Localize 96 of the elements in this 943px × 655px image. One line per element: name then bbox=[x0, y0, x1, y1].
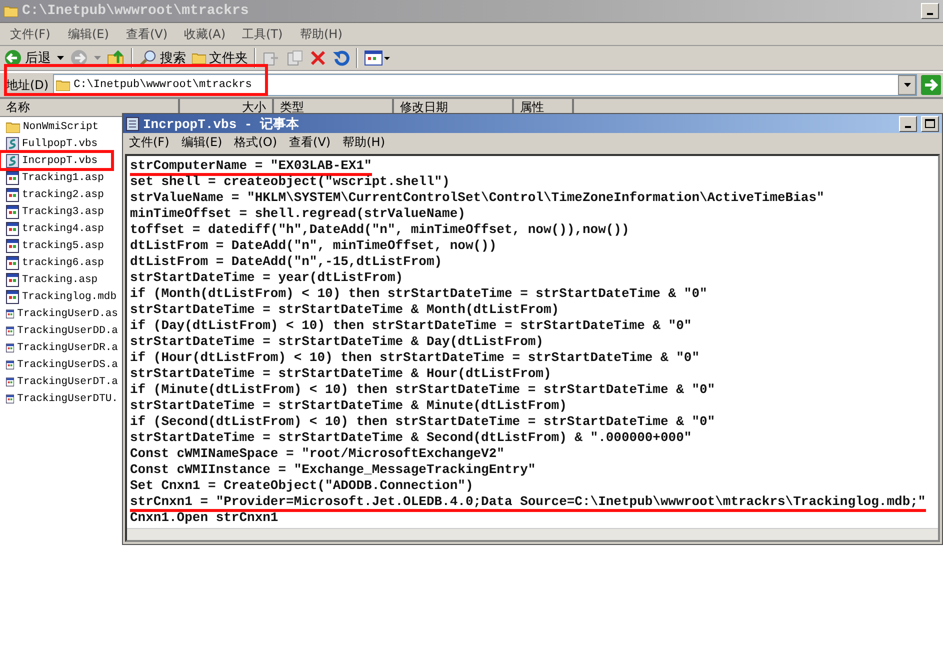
file-item[interactable]: tracking2.asp bbox=[0, 186, 118, 203]
go-button[interactable] bbox=[921, 75, 941, 95]
web-file-icon bbox=[6, 374, 14, 388]
web-file-icon bbox=[6, 358, 14, 372]
code-line: strStartDateTime = strStartDateTime & Month(dtListFrom) bbox=[130, 302, 560, 317]
menu-item[interactable]: 查看(V) bbox=[283, 134, 337, 151]
file-item[interactable]: IncrpopT.vbs bbox=[0, 152, 112, 169]
file-item[interactable]: tracking5.asp bbox=[0, 237, 118, 254]
file-item[interactable]: Tracking.asp bbox=[0, 271, 118, 288]
underlined-code-line: strCnxn1 = "Provider=Microsoft.Jet.OLEDB.4.0;Data Source=C:\Inetpub\wwwroot\mtrackrs\Trackinglog.mdb;" bbox=[130, 494, 926, 512]
code-line: dtListFrom = DateAdd("n",-15,dtListFrom) bbox=[130, 254, 442, 269]
code-line: strStartDateTime = year(dtListFrom) bbox=[130, 270, 404, 285]
file-item[interactable]: TrackingUserDS.a bbox=[0, 356, 118, 373]
window-title: C:\Inetpub\wwwroot\mtrackrs bbox=[22, 3, 250, 19]
file-item[interactable]: FullpopT.vbs bbox=[0, 135, 118, 152]
minimize-icon bbox=[905, 126, 911, 128]
menu-item[interactable]: 编辑(E) bbox=[175, 134, 228, 151]
delete-icon[interactable] bbox=[310, 50, 326, 66]
search-icon bbox=[139, 49, 157, 67]
file-item[interactable]: TrackingUserDD.a bbox=[0, 322, 118, 339]
file-item[interactable]: TrackingUserDR.a bbox=[0, 339, 118, 356]
menu-item[interactable]: 格式(O) bbox=[228, 134, 284, 151]
code-line: set shell = createobject("wscript.shell") bbox=[130, 174, 450, 189]
file-item[interactable]: Tracking1.asp bbox=[0, 169, 118, 186]
menu-item[interactable]: 工具(T) bbox=[232, 26, 290, 42]
notepad-icon bbox=[126, 116, 139, 130]
code-line: strStartDateTime = strStartDateTime & Minute(dtListFrom) bbox=[130, 398, 567, 413]
views-icon[interactable] bbox=[364, 49, 390, 67]
web-file-icon bbox=[6, 290, 19, 304]
underlined-code-line: strComputerName = "EX03LAB-EX1" bbox=[130, 158, 372, 176]
menu-item[interactable]: 文件(F) bbox=[0, 26, 58, 42]
minimize-button[interactable] bbox=[899, 116, 917, 132]
undo-icon[interactable] bbox=[332, 49, 350, 67]
folder-icon bbox=[6, 120, 20, 132]
horizontal-scrollbar[interactable] bbox=[127, 528, 938, 540]
code-line: if (Day(dtListFrom) < 10) then strStartDateTime = strStartDateTime & "0" bbox=[130, 318, 692, 333]
forward-button[interactable] bbox=[70, 49, 88, 67]
web-file-icon bbox=[6, 272, 19, 286]
code-line: toffset = datediff("h",DateAdd("n", minTimeOffset, now()),now()) bbox=[130, 222, 630, 237]
web-file-icon bbox=[6, 392, 14, 406]
caret-icon bbox=[904, 83, 910, 87]
file-item[interactable]: Trackinglog.mdb bbox=[0, 288, 118, 305]
file-item[interactable]: TrackingUserDT.a bbox=[0, 373, 118, 390]
code-line: if (Second(dtListFrom) < 10) then strStartDateTime = strStartDateTime & "0" bbox=[130, 414, 716, 429]
web-file-icon bbox=[6, 204, 19, 218]
copy-icon[interactable] bbox=[286, 49, 304, 67]
minimize-button[interactable] bbox=[921, 3, 939, 19]
menu-item[interactable]: 帮助(H) bbox=[336, 134, 391, 151]
minimize-icon bbox=[927, 13, 933, 15]
code-line: strValueName = "HKLM\SYSTEM\CurrentControlSet\Control\TimeZoneInformation\ActiveTimeBias" bbox=[130, 190, 824, 205]
code-line: if (Month(dtListFrom) < 10) then strStartDateTime = strStartDateTime & "0" bbox=[130, 286, 708, 301]
menu-item[interactable]: 收藏(A) bbox=[174, 26, 232, 42]
code-line: dtListFrom = DateAdd("n", minTimeOffset, now()) bbox=[130, 238, 497, 253]
code-line: minTimeOffset = shell.regread(strValueName) bbox=[130, 206, 466, 221]
folders-button[interactable]: 文件夹 bbox=[192, 49, 248, 67]
folder-icon bbox=[56, 79, 70, 91]
file-item[interactable]: Tracking3.asp bbox=[0, 203, 118, 220]
code-line: strStartDateTime = strStartDateTime & Hour(dtListFrom) bbox=[130, 366, 552, 381]
web-file-icon bbox=[6, 222, 19, 236]
code-line: Const cWMINameSpace = "root/MicrosoftExchangeV2" bbox=[130, 446, 504, 461]
code-line: strStartDateTime = strStartDateTime & Day(dtListFrom) bbox=[130, 334, 544, 349]
search-button[interactable]: 搜索 bbox=[139, 49, 186, 67]
web-file-icon bbox=[6, 306, 14, 320]
code-line: Cnxn1.Open strCnxn1 bbox=[130, 510, 278, 525]
web-file-icon bbox=[6, 340, 14, 354]
folder-icon bbox=[4, 5, 18, 17]
menu-item[interactable]: 查看(V) bbox=[116, 26, 174, 42]
file-item[interactable]: tracking6.asp bbox=[0, 254, 118, 271]
dropdown-button[interactable] bbox=[898, 75, 916, 95]
file-item[interactable]: NonWmiScript bbox=[0, 118, 118, 135]
back-button[interactable]: 后退 bbox=[4, 49, 51, 67]
menu-item[interactable]: 文件(F) bbox=[123, 134, 176, 151]
menu-item[interactable]: 编辑(E) bbox=[58, 26, 116, 42]
web-file-icon bbox=[6, 238, 19, 252]
code-line: Const cWMIInstance = "Exchange_MessageTrackingEntry" bbox=[130, 462, 536, 477]
file-item[interactable]: tracking4.asp bbox=[0, 220, 118, 237]
web-file-icon bbox=[6, 170, 19, 184]
file-item[interactable]: TrackingUserD.as bbox=[0, 305, 118, 322]
web-file-icon bbox=[6, 188, 19, 202]
menu-item[interactable]: 帮助(H) bbox=[290, 26, 348, 42]
code-line: if (Hour(dtListFrom) < 10) then strStartDateTime = strStartDateTime & "0" bbox=[130, 350, 700, 365]
script-file-icon bbox=[6, 154, 19, 168]
script-file-icon bbox=[6, 136, 19, 150]
web-file-icon bbox=[6, 324, 14, 338]
caret-icon[interactable] bbox=[57, 56, 64, 60]
web-file-icon bbox=[6, 256, 19, 270]
address-field[interactable]: C:\Inetpub\wwwroot\mtrackrs bbox=[52, 74, 917, 96]
code-line: if (Minute(dtListFrom) < 10) then strStartDateTime = strStartDateTime & "0" bbox=[130, 382, 716, 397]
address-label: 地址(D) bbox=[6, 76, 49, 94]
code-line: Set Cnxn1 = CreateObject("ADODB.Connection") bbox=[130, 478, 474, 493]
folder-icon bbox=[192, 52, 206, 64]
code-line: strStartDateTime = strStartDateTime & Second(dtListFrom) & ".000000+000" bbox=[130, 430, 692, 445]
maximize-icon bbox=[925, 119, 935, 128]
window-title: IncrpopT.vbs - 记事本 bbox=[143, 116, 300, 132]
file-item[interactable]: TrackingUserDTU. bbox=[0, 390, 118, 407]
maximize-button[interactable] bbox=[921, 116, 939, 132]
